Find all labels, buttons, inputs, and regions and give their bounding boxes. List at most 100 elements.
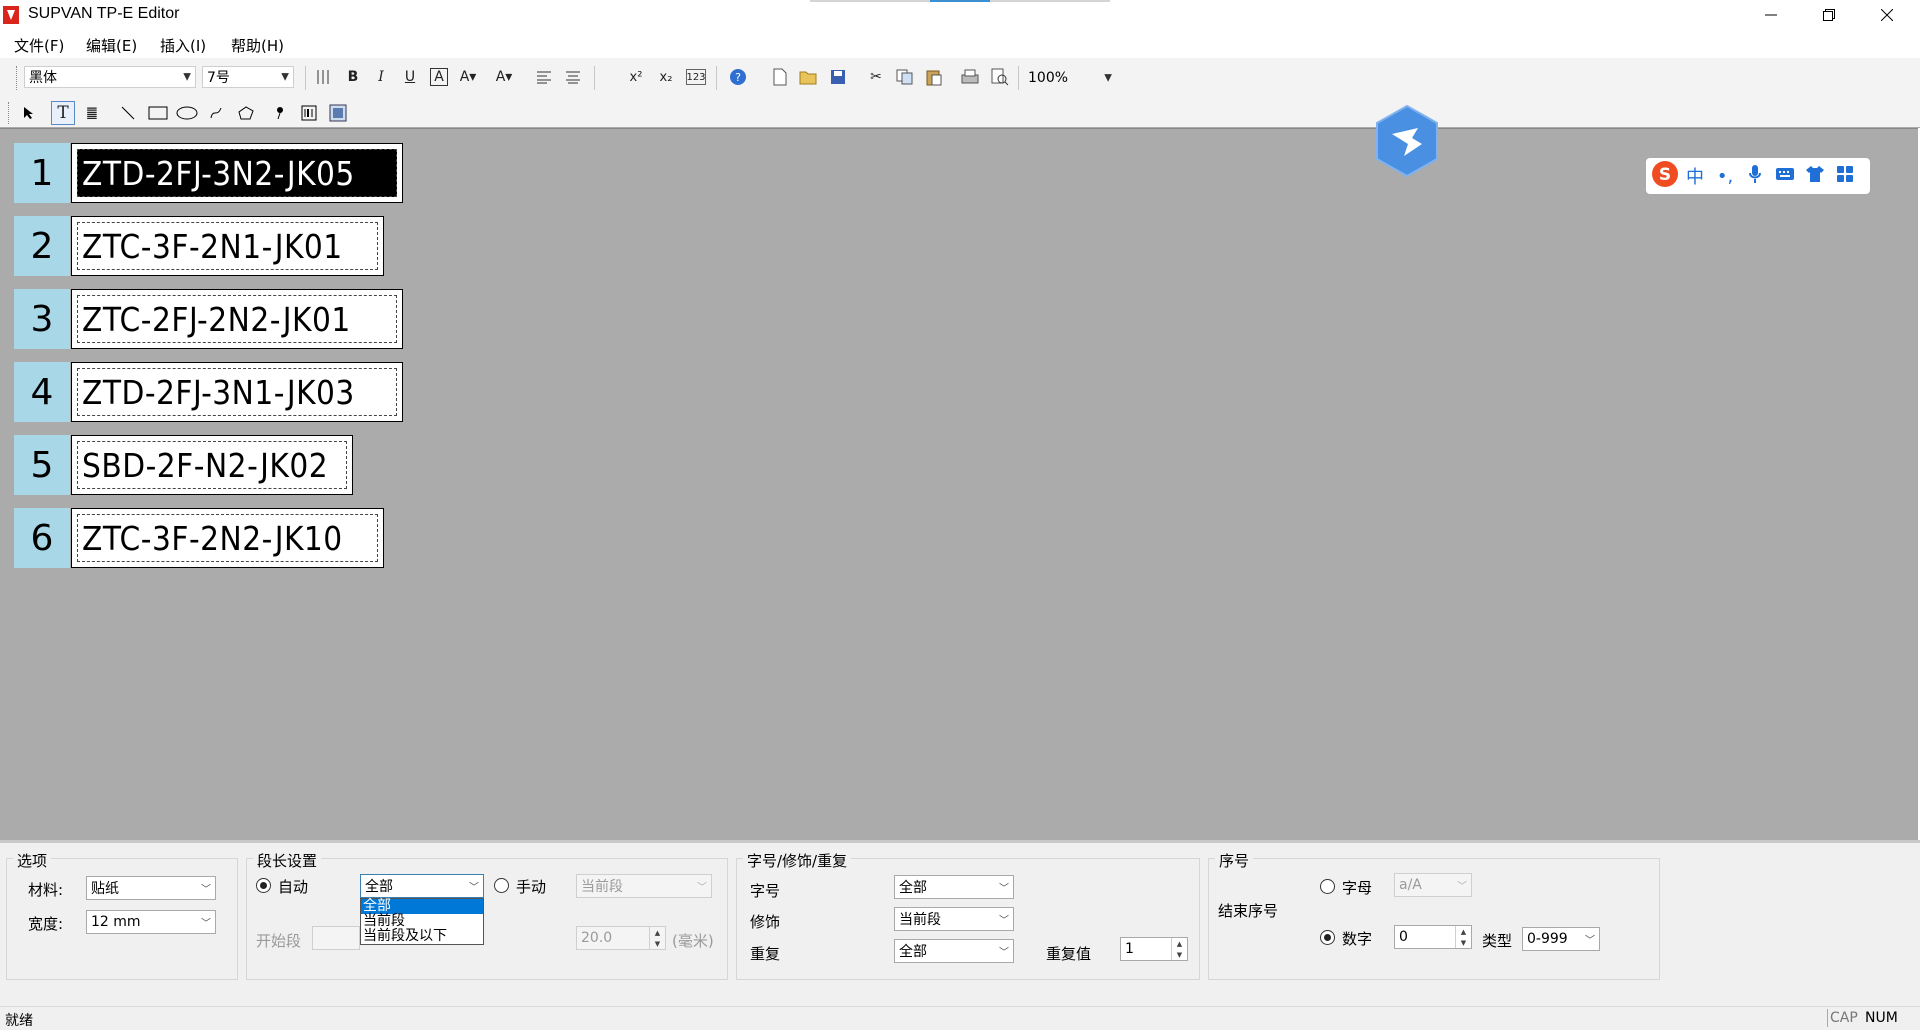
skin-icon[interactable]: [1800, 165, 1830, 188]
minimize-button[interactable]: [1742, 0, 1800, 30]
label-box[interactable]: ZTD-2FJ-3N2-JK05: [71, 143, 403, 203]
subscript-icon[interactable]: x₂: [654, 65, 678, 89]
auto-scope-dropdown-list[interactable]: 全部 当前段 当前段及以下: [360, 898, 484, 945]
start-segment-input[interactable]: [312, 926, 360, 950]
cut-icon[interactable]: ✂: [864, 65, 888, 89]
decoration-scope-select[interactable]: 当前段 ﹀: [894, 907, 1014, 931]
chinese-mode-icon[interactable]: 中: [1680, 163, 1710, 189]
polygon-tool-icon[interactable]: [234, 101, 258, 125]
dropdown-option[interactable]: 当前段及以下: [361, 929, 483, 944]
chevron-down-icon: ﹀: [1585, 935, 1595, 947]
outline-text-icon[interactable]: A▾: [492, 65, 516, 89]
freehand-tool-icon[interactable]: [204, 101, 228, 125]
letter-case-select[interactable]: a/A ﹀: [1394, 873, 1472, 897]
counter-icon[interactable]: 123: [686, 69, 706, 85]
manual-label[interactable]: 手动: [516, 876, 546, 897]
label-box[interactable]: ZTC-3F-2N1-JK01: [71, 216, 384, 276]
label-text[interactable]: SBD-2F-N2-JK02: [77, 441, 347, 489]
ime-toolbar[interactable]: S 中 •,: [1646, 158, 1870, 194]
dropdown-option[interactable]: 全部: [361, 899, 483, 914]
segment-length-input[interactable]: 20.0 ▲ ▼: [576, 926, 666, 950]
number-label[interactable]: 数字: [1342, 928, 1372, 949]
close-button[interactable]: [1858, 0, 1916, 30]
material-select[interactable]: 贴纸 ﹀: [86, 876, 216, 900]
menu-help[interactable]: 帮助(H): [231, 35, 284, 56]
restore-button[interactable]: [1800, 0, 1858, 30]
text-shade-icon[interactable]: A▾: [456, 65, 480, 89]
auto-radio[interactable]: [256, 878, 271, 893]
punctuation-icon[interactable]: •,: [1710, 166, 1740, 187]
paste-icon[interactable]: [922, 65, 946, 89]
dropdown-option[interactable]: 当前段: [361, 914, 483, 929]
image-tool-icon[interactable]: [326, 101, 350, 125]
vertical-text-tool-icon[interactable]: ䷀: [80, 101, 104, 125]
label-box[interactable]: ZTC-3F-2N2-JK10: [71, 508, 384, 568]
menu-file[interactable]: 文件(F): [14, 35, 64, 56]
auto-label[interactable]: 自动: [278, 876, 308, 897]
apps-grid-icon[interactable]: [1830, 165, 1860, 188]
status-divider: [1827, 1009, 1828, 1027]
label-box[interactable]: ZTC-2FJ-2N2-JK01: [71, 289, 403, 349]
vertical-text-icon[interactable]: [312, 65, 336, 89]
print-preview-icon[interactable]: [988, 65, 1012, 89]
font-size-select[interactable]: 7号 ▼: [202, 66, 294, 88]
new-file-icon[interactable]: [768, 65, 792, 89]
letter-radio[interactable]: [1320, 879, 1335, 894]
help-icon[interactable]: ?: [726, 65, 750, 89]
manual-scope-select[interactable]: 当前段 ﹀: [576, 874, 712, 898]
serial-number-input[interactable]: 0 ▲ ▼: [1394, 925, 1472, 949]
label-text[interactable]: ZTD-2FJ-3N2-JK05: [77, 149, 397, 197]
label-number: 5: [14, 435, 70, 495]
label-box[interactable]: SBD-2F-N2-JK02: [71, 435, 353, 495]
underline-icon[interactable]: U: [398, 65, 422, 89]
menu-insert[interactable]: 插入(I): [160, 35, 206, 56]
chevron-down-icon: ﹀: [201, 918, 211, 930]
serial-type-select[interactable]: 0-999 ﹀: [1522, 927, 1600, 951]
segment-length-value: 20.0: [581, 930, 613, 946]
open-folder-icon[interactable]: [797, 65, 821, 89]
superscript-icon[interactable]: x²: [624, 65, 648, 89]
save-icon[interactable]: [826, 65, 850, 89]
number-radio[interactable]: [1320, 930, 1335, 945]
line-tool-icon[interactable]: [116, 101, 140, 125]
label-text[interactable]: ZTC-3F-2N1-JK01: [77, 222, 378, 270]
sogou-logo-icon[interactable]: S: [1650, 160, 1680, 193]
caps-lock-indicator: CAP: [1830, 1010, 1858, 1026]
toolbar-grip[interactable]: [16, 66, 20, 90]
align-left-icon[interactable]: [532, 65, 556, 89]
bold-icon[interactable]: B: [341, 65, 365, 89]
spin-arrows-icon[interactable]: ▲ ▼: [649, 927, 665, 949]
toolbar-grip[interactable]: [8, 102, 12, 124]
repeat-count-input[interactable]: 1 ▲ ▼: [1120, 937, 1188, 961]
width-select[interactable]: 12 mm ﹀: [86, 910, 216, 934]
floating-assistant-icon[interactable]: [1374, 104, 1440, 178]
font-size-value: 7号: [207, 70, 230, 86]
spin-arrows-icon[interactable]: ▲ ▼: [1171, 938, 1187, 960]
barcode-tool-icon[interactable]: [297, 101, 321, 125]
print-icon[interactable]: [958, 65, 982, 89]
copy-icon[interactable]: [893, 65, 917, 89]
letter-label[interactable]: 字母: [1342, 877, 1372, 898]
rectangle-tool-icon[interactable]: [146, 101, 170, 125]
microphone-icon[interactable]: [1740, 164, 1770, 189]
font-size-scope-select[interactable]: 全部 ﹀: [894, 875, 1014, 899]
select-pointer-icon[interactable]: [16, 101, 40, 125]
spin-arrows-icon[interactable]: ▲ ▼: [1455, 926, 1471, 948]
align-center-icon[interactable]: [561, 65, 585, 89]
text-tool-icon[interactable]: T: [51, 101, 75, 125]
italic-icon[interactable]: I: [369, 65, 393, 89]
label-text[interactable]: ZTC-2FJ-2N2-JK01: [77, 295, 397, 343]
label-text[interactable]: ZTC-3F-2N2-JK10: [77, 514, 378, 562]
pin-tool-icon[interactable]: [268, 101, 292, 125]
auto-scope-select[interactable]: 全部 ﹀: [360, 874, 484, 898]
menu-edit[interactable]: 编辑(E): [86, 35, 137, 56]
label-text[interactable]: ZTD-2FJ-3N1-JK03: [77, 368, 397, 416]
manual-radio[interactable]: [494, 878, 509, 893]
boxed-text-icon[interactable]: A: [430, 68, 448, 86]
repeat-scope-select[interactable]: 全部 ﹀: [894, 939, 1014, 963]
keyboard-icon[interactable]: [1770, 166, 1800, 187]
ellipse-tool-icon[interactable]: [175, 101, 199, 125]
zoom-select[interactable]: 100% ▼: [1024, 66, 1116, 90]
font-name-select[interactable]: 黑体 ▼: [24, 66, 196, 88]
label-box[interactable]: ZTD-2FJ-3N1-JK03: [71, 362, 403, 422]
